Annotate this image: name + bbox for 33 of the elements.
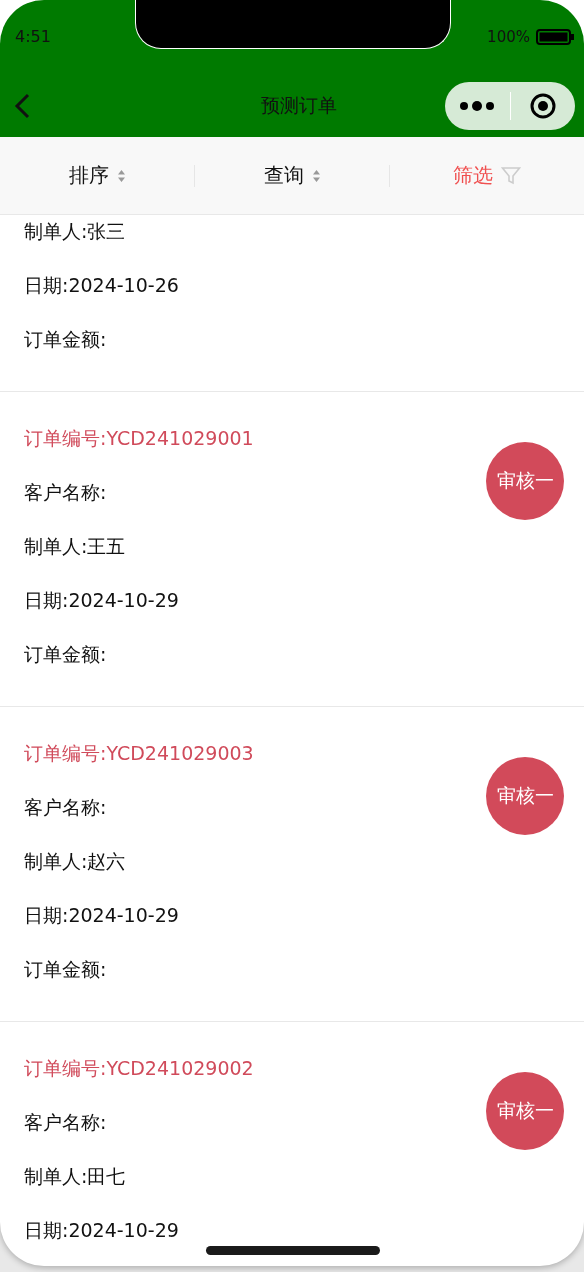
filter-icon xyxy=(501,165,521,186)
page-title: 预测订单 xyxy=(260,93,337,118)
approve-button[interactable]: 审核一 xyxy=(486,442,564,520)
order-field: 客户名称: xyxy=(24,481,107,503)
order-field: 日期:2024-10-29 xyxy=(24,1219,179,1241)
battery-percent: 100% xyxy=(487,28,530,46)
battery-icon xyxy=(536,29,574,45)
order-field: 日期:2024-10-26 xyxy=(24,274,179,296)
order-field: 订单金额: xyxy=(24,958,107,980)
more-icon xyxy=(459,100,496,112)
sort-button[interactable]: 排序 xyxy=(0,162,194,189)
order-number: 订单编号:YCD241029003 xyxy=(24,741,255,766)
order-number: 订单编号:YCD241029002 xyxy=(24,1056,255,1081)
order-field: 制单人:田七 xyxy=(24,1165,126,1187)
order-field: 日期:2024-10-29 xyxy=(24,589,179,611)
approve-button[interactable]: 审核一 xyxy=(486,757,564,835)
order-field: 制单人:张三 xyxy=(24,220,126,242)
approve-button[interactable]: 审核一 xyxy=(486,1072,564,1150)
sort-icon xyxy=(116,168,126,183)
back-button[interactable] xyxy=(12,92,32,120)
order-field: 制单人:赵六 xyxy=(24,850,126,872)
order-number: 订单编号:YCD241029001 xyxy=(24,426,255,451)
target-icon xyxy=(529,93,556,119)
sort-icon xyxy=(311,168,321,183)
status-time: 4:51 xyxy=(15,27,51,46)
order-field: 日期:2024-10-29 xyxy=(24,904,179,926)
order-field: 客户名称: xyxy=(24,1111,107,1133)
order-field: 客户名称: xyxy=(24,796,107,818)
order-field: 制单人:王五 xyxy=(24,535,126,557)
order-field: 订单金额: xyxy=(24,328,107,350)
filter-button[interactable]: 筛选 xyxy=(390,162,584,189)
sort-button[interactable]: 查询 xyxy=(195,162,389,189)
order-field: 订单金额: xyxy=(24,643,107,665)
